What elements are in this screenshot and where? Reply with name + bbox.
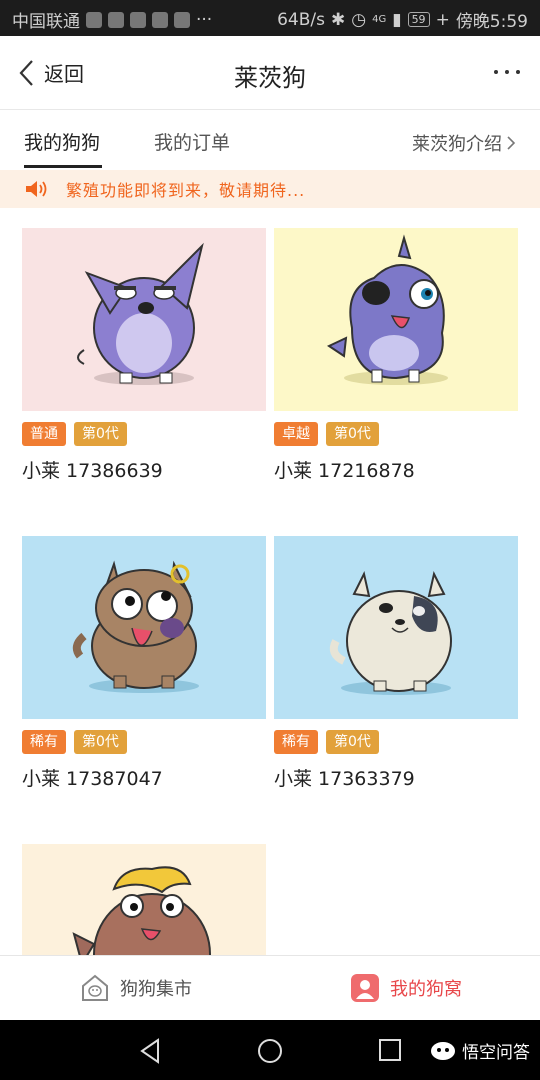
carrier-label: 中国联通 (12, 12, 80, 32)
charging-icon: + (435, 9, 450, 30)
dog-image (22, 536, 266, 719)
rarity-badge: 卓越 (274, 422, 318, 446)
bottom-nav: 狗狗集市 我的狗窝 (0, 955, 540, 1020)
system-nav-bar: 悟空问答 (0, 1020, 540, 1080)
rarity-badge: 稀有 (22, 730, 66, 754)
dog-card[interactable] (22, 844, 266, 955)
watermark: 悟空问答 (430, 1038, 530, 1063)
generation-badge: 第0代 (74, 422, 127, 446)
wechat-icon (86, 11, 102, 28)
clock: 傍晚5:59 (455, 12, 528, 32)
tab-my-dogs[interactable]: 我的狗狗 (24, 128, 100, 155)
network-speed: 64B/s (277, 9, 325, 30)
key-icon (152, 11, 168, 28)
back-triangle-icon[interactable] (138, 1038, 162, 1064)
generation-badge: 第0代 (326, 730, 379, 754)
badge-group: 普通 第0代 (22, 422, 127, 446)
more-options-button[interactable] (494, 70, 520, 74)
intro-label: 莱茨狗介绍 (412, 134, 502, 155)
status-bar: 中国联通 ··· 64B/s ✱ ◷ 4G ▮ 59 + 傍晚5:59 (0, 0, 540, 36)
dog-name: 小莱 17386639 (22, 460, 163, 482)
nav-my-kennel[interactable]: 我的狗窝 (350, 973, 462, 1003)
notice-banner: 繁殖功能即将到来，敬请期待... (0, 170, 540, 208)
more-notifications-icon: ··· (196, 9, 213, 30)
speaker-icon (26, 181, 47, 197)
app-notification-icon (130, 11, 146, 28)
kennel-profile-icon (351, 974, 379, 1002)
app-notification-icon (108, 11, 124, 28)
rarity-badge: 稀有 (274, 730, 318, 754)
more-dot (505, 70, 509, 74)
bluetooth-icon: ✱ (330, 9, 346, 30)
notice-text: 繁殖功能即将到来，敬请期待... (66, 181, 306, 200)
nav-market-label: 狗狗集市 (120, 979, 192, 1000)
tab-my-orders[interactable]: 我的订单 (154, 128, 230, 155)
nav-dog-market[interactable]: 狗狗集市 (80, 973, 192, 1003)
page-title: 莱茨狗 (234, 64, 306, 92)
signal-icon: ▮ (392, 9, 402, 30)
dog-name: 小莱 17216878 (274, 460, 415, 482)
nav-kennel-label: 我的狗窝 (390, 979, 462, 1000)
signal-type: 4G (372, 14, 387, 25)
tab-bar: 我的狗狗 我的订单 莱茨狗介绍 (0, 110, 540, 170)
chevron-right-icon (507, 136, 516, 150)
watermark-text: 悟空问答 (462, 1043, 530, 1063)
dog-image (274, 536, 518, 719)
more-dot (516, 70, 520, 74)
home-circle-icon[interactable] (257, 1038, 283, 1064)
doghouse-icon (82, 974, 108, 1001)
dog-card[interactable]: 稀有 第0代 小莱 17387047 (22, 536, 266, 790)
dog-image (274, 228, 518, 411)
wukong-logo-icon (431, 1041, 455, 1060)
dog-card[interactable]: 卓越 第0代 小莱 17216878 (274, 228, 518, 482)
generation-badge: 第0代 (74, 730, 127, 754)
recents-square-icon[interactable] (378, 1038, 402, 1062)
battery-icon: 59 (407, 12, 430, 27)
badge-group: 卓越 第0代 (274, 422, 379, 446)
dog-name: 小莱 17363379 (274, 768, 415, 790)
alarm-icon: ◷ (351, 9, 367, 30)
generation-badge: 第0代 (326, 422, 379, 446)
dog-card[interactable]: 稀有 第0代 小莱 17363379 (274, 536, 518, 790)
dog-image (22, 228, 266, 411)
dog-card[interactable]: 普通 第0代 小莱 17386639 (22, 228, 266, 482)
app-header: 返回 莱茨狗 (0, 36, 540, 110)
dog-image (22, 844, 266, 955)
active-tab-indicator (24, 165, 102, 168)
more-dot (494, 70, 498, 74)
intro-link[interactable]: 莱茨狗介绍 (412, 130, 516, 156)
dog-name: 小莱 17387047 (22, 768, 163, 790)
badge-group: 稀有 第0代 (274, 730, 379, 754)
badge-group: 稀有 第0代 (22, 730, 127, 754)
rarity-badge: 普通 (22, 422, 66, 446)
app-notification-icon (174, 11, 190, 28)
